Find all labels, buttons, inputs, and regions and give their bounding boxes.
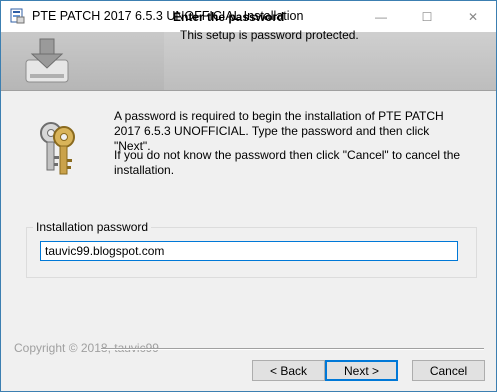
- download-drive-icon: [22, 36, 72, 86]
- maximize-button[interactable]: ☐: [404, 1, 450, 32]
- installer-window: PTE PATCH 2017 6.5.3 UNOFFICIAL Installa…: [0, 0, 497, 392]
- wizard-content: A password is required to begin the inst…: [1, 91, 496, 331]
- password-input[interactable]: tauvic99.blogspot.com: [40, 241, 458, 261]
- footer-separator: [101, 348, 484, 350]
- cancel-button[interactable]: Cancel: [412, 360, 485, 381]
- cancel-hint-text: If you do not know the password then cli…: [114, 148, 461, 177]
- close-button[interactable]: ✕: [450, 1, 496, 32]
- back-button[interactable]: < Back: [252, 360, 325, 381]
- minimize-button[interactable]: —: [358, 1, 404, 32]
- header-icon-panel: [1, 32, 164, 90]
- page-subtitle: This setup is password protected.: [180, 28, 359, 42]
- page-title: Enter the password: [173, 10, 285, 24]
- next-button[interactable]: Next >: [325, 360, 398, 381]
- password-group-label: Installation password: [33, 220, 152, 234]
- keys-icon: [34, 118, 80, 176]
- installer-app-icon: [9, 8, 25, 24]
